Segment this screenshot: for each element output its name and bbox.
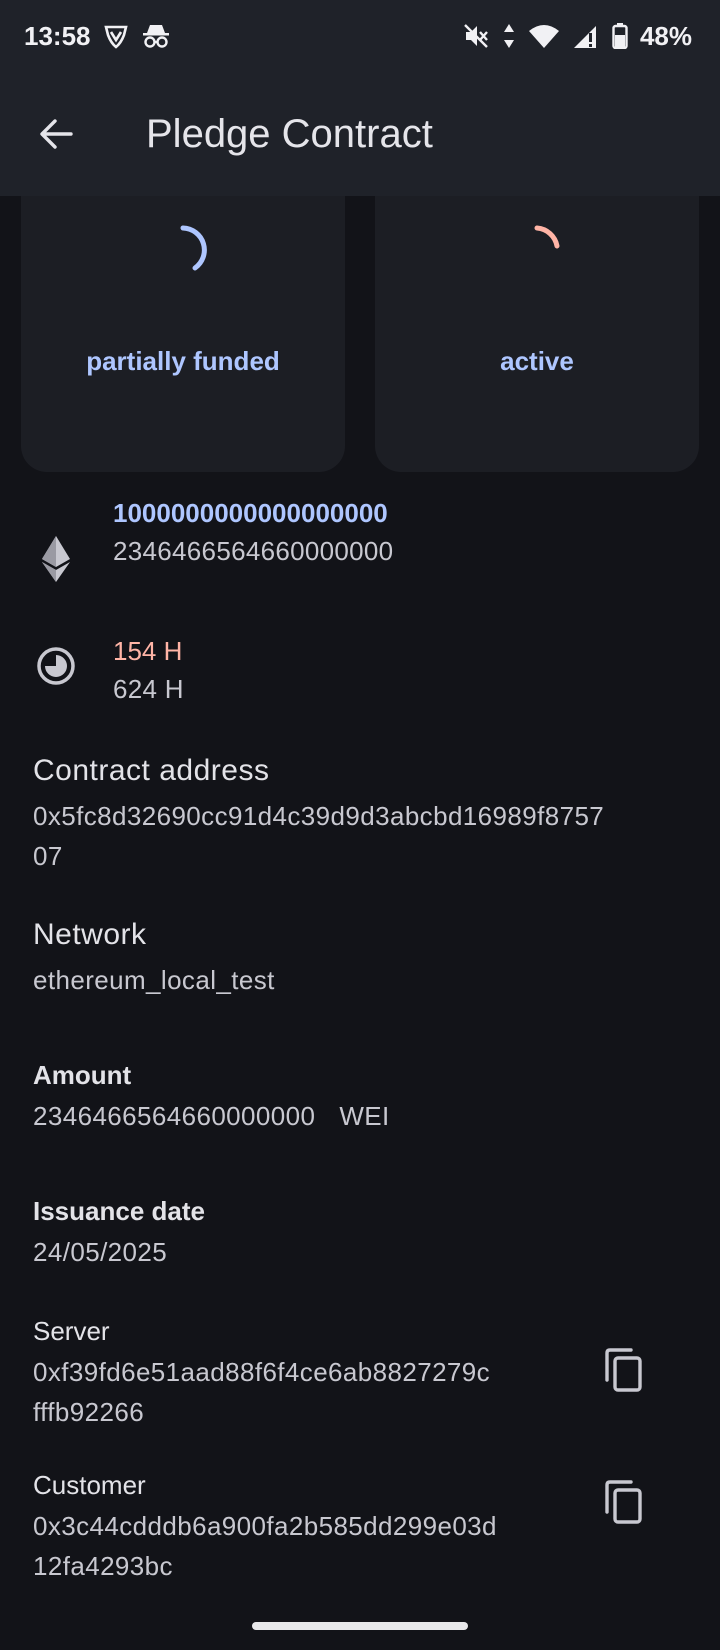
- data-arrows-icon: [502, 23, 516, 49]
- loading-spinner-icon: [180, 225, 207, 271]
- gesture-home-indicator[interactable]: [252, 1622, 468, 1630]
- status-bar-left: 13:58: [24, 21, 171, 52]
- amount-value: 2346466564660000000: [33, 1101, 316, 1131]
- amount-unit: WEI: [339, 1101, 390, 1131]
- loading-spinner-icon: [534, 225, 560, 249]
- contract-address-line1: 0x5fc8d32690cc91d4c39d9d3abcbd16989f8757: [33, 801, 605, 831]
- server-address: 0xf39fd6e51aad88f6f4ce6ab8827279c fffb92…: [33, 1352, 490, 1432]
- customer-address-line2: 12fa4293bc: [33, 1551, 173, 1581]
- battery-icon: [612, 23, 628, 49]
- network-title: Network: [33, 918, 147, 951]
- wifi-icon: [528, 23, 560, 49]
- customer-address: 0x3c44cdddb6a900fa2b585dd299e03d 12fa429…: [33, 1506, 497, 1586]
- time-remaining: 154 H: [113, 636, 183, 666]
- server-address-line1: 0xf39fd6e51aad88f6f4ce6ab8827279c: [33, 1357, 491, 1387]
- arrow-left-icon: [40, 119, 73, 149]
- app-bar: Pledge Contract: [0, 72, 720, 196]
- copy-server-button[interactable]: [600, 1344, 648, 1396]
- status-time: 13:58: [24, 20, 91, 51]
- status-bar: 13:58 48%: [0, 0, 720, 72]
- funding-target: 1000000000000000000: [113, 498, 388, 528]
- copy-customer-button[interactable]: [600, 1476, 648, 1528]
- funding-status-label: partially funded: [86, 346, 280, 376]
- network-value: ethereum_local_test: [33, 965, 275, 995]
- contract-status-card: active: [375, 196, 699, 472]
- customer-title: Customer: [33, 1470, 146, 1500]
- server-title: Server: [33, 1316, 110, 1346]
- copy-icon: [605, 1480, 642, 1524]
- contract-address-value: 0x5fc8d32690cc91d4c39d9d3abcbd16989f8757…: [33, 796, 604, 876]
- issuance-date-value: 24/05/2025: [33, 1237, 168, 1267]
- clock-pie-icon: [37, 647, 75, 685]
- status-bar-right: 48%: [462, 21, 692, 52]
- copy-icon: [605, 1348, 642, 1392]
- time-total: 624 H: [113, 674, 184, 704]
- page-title: Pledge Contract: [146, 111, 433, 156]
- back-button[interactable]: [28, 106, 84, 162]
- funding-status-card: partially funded: [21, 196, 345, 472]
- mute-icon: [462, 22, 490, 50]
- ethereum-icon: [42, 536, 70, 582]
- vpn-shield-icon: [103, 23, 129, 49]
- server-address-line2: fffb92266: [33, 1397, 145, 1427]
- contract-status-label: active: [500, 346, 574, 376]
- signal-icon: [572, 23, 600, 49]
- amount-value-row: 2346466564660000000 WEI: [33, 1096, 390, 1136]
- status-cards: partially funded active: [0, 196, 720, 486]
- amount-title: Amount: [33, 1060, 132, 1090]
- funding-current: 2346466564660000000: [113, 536, 394, 566]
- contract-address-title: Contract address: [33, 754, 270, 787]
- battery-percent: 48%: [639, 20, 692, 51]
- incognito-icon: [141, 23, 171, 49]
- content-scroll[interactable]: partially funded active 1000000000000000…: [0, 196, 720, 1650]
- issuance-date-title: Issuance date: [33, 1196, 205, 1226]
- contract-address-line2: 07: [33, 841, 63, 871]
- customer-address-line1: 0x3c44cdddb6a900fa2b585dd299e03d: [33, 1511, 497, 1541]
